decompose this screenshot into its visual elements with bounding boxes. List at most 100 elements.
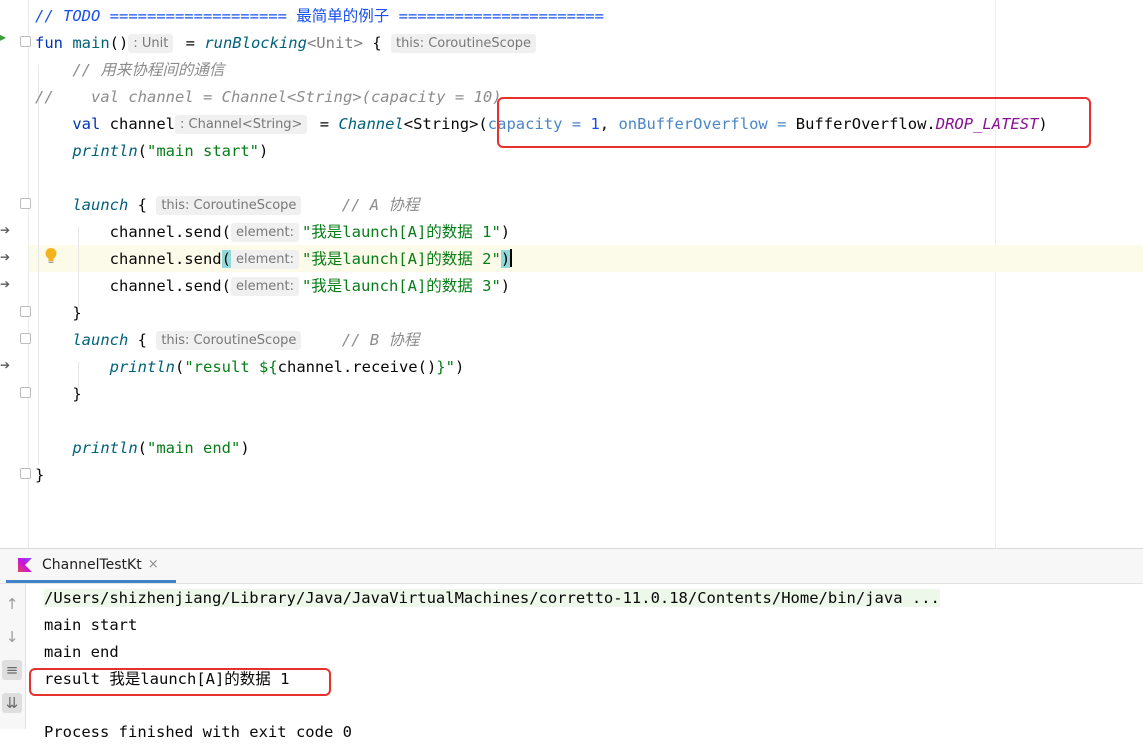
code-token: println [72, 439, 138, 457]
console-line: main end [44, 643, 119, 661]
code-token: "main start" [147, 142, 259, 160]
code-line[interactable]: channel.send(element: "我是launch[A]的数据 2") [35, 246, 513, 273]
code-token: { [362, 34, 391, 52]
fold-marker[interactable] [20, 468, 31, 479]
code-token: ( [174, 358, 185, 376]
code-line[interactable]: } [35, 300, 82, 327]
code-line[interactable]: // val channel = Channel<String>(capacit… [35, 84, 502, 111]
code-token: }" [436, 358, 455, 376]
code-line[interactable]: println("main start") [35, 138, 268, 165]
inlay-hint: element: [230, 250, 299, 269]
code-token: main [72, 34, 110, 52]
code-token: println [72, 142, 138, 160]
scroll-to-end-icon[interactable]: ⇊ [2, 693, 22, 713]
code-line[interactable]: channel.send(element: "我是launch[A]的数据 3") [35, 273, 510, 300]
code-token: Channel [338, 115, 404, 133]
code-token: // TODO =================== [35, 7, 297, 25]
run-gutter-icon[interactable]: ▸ [0, 30, 6, 44]
fold-marker[interactable] [20, 333, 31, 344]
arrow-down-icon[interactable]: ↓ [2, 627, 22, 647]
code-line[interactable]: } [35, 462, 44, 489]
code-token: { [128, 196, 157, 214]
code-token: ( [137, 142, 147, 160]
code-token: ( [137, 439, 147, 457]
code-token: println [109, 358, 175, 376]
console-line: main start [44, 616, 138, 634]
code-token: // 用来协程间的通信 [72, 61, 225, 79]
code-line[interactable]: println("result ${channel.receive()}") [35, 354, 465, 381]
code-line[interactable]: } [35, 381, 82, 408]
code-token: fun [35, 34, 73, 52]
fold-marker[interactable] [20, 306, 31, 317]
code-token: } [35, 385, 82, 403]
tab-channeltestkt[interactable]: ChannelTestKt × [6, 549, 176, 583]
code-token: "我是launch[A]的数据 1" [301, 223, 501, 241]
code-token: launch [72, 196, 129, 214]
inlay-hint: this: CoroutineScope [156, 196, 302, 215]
code-line[interactable]: channel.send(element: "我是launch[A]的数据 1") [35, 219, 510, 246]
highlight-box-capacity [497, 97, 1091, 148]
inlay-hint: element: [230, 277, 299, 296]
code-token: 最简单的例子 [296, 7, 390, 25]
soft-wrap-icon[interactable]: ≡ [2, 660, 22, 680]
inlay-hint: : Channel<String> [174, 115, 308, 134]
code-token: } [35, 304, 82, 322]
fold-marker[interactable] [20, 198, 31, 209]
close-icon[interactable]: × [148, 557, 159, 572]
code-token: val [72, 115, 110, 133]
code-token: ) [500, 250, 511, 268]
console-toolbar: ↑ ↓ ≡ ⇊ [0, 584, 26, 729]
right-margin-guide [995, 0, 996, 548]
suspend-call-icon: ➔ [0, 358, 11, 372]
suspend-call-icon: ➔ [0, 223, 11, 237]
code-token: launch [72, 331, 129, 349]
inlay-hint: : Unit [128, 34, 174, 53]
fold-marker[interactable] [20, 36, 31, 47]
run-tab-bar: ChannelTestKt × [0, 549, 1143, 584]
arrow-up-icon[interactable]: ↑ [2, 594, 22, 614]
inlay-hint: this: CoroutineScope [156, 331, 302, 350]
code-token: channel.receive() [277, 358, 437, 376]
code-token: // val channel = Channel<String>(capacit… [35, 88, 502, 106]
fold-marker[interactable] [20, 387, 31, 398]
code-token: channel.send( [35, 223, 231, 241]
run-console[interactable]: ↑ ↓ ≡ ⇊ /Users/shizhenjiang/Library/Java… [0, 584, 1143, 741]
suspend-call-icon: ➔ [0, 277, 11, 291]
code-token: "我是launch[A]的数据 2" [301, 250, 501, 268]
code-line[interactable]: fun main(): Unit = runBlocking<Unit> { t… [35, 30, 539, 57]
code-line[interactable]: // TODO =================== 最简单的例子 =====… [35, 3, 604, 30]
code-token: channel.send( [35, 277, 231, 295]
code-token: ) [500, 277, 511, 295]
kotlin-icon [18, 557, 32, 572]
code-line[interactable]: // 用来协程间的通信 [35, 57, 224, 84]
code-token: "result ${ [184, 358, 278, 376]
tab-label: ChannelTestKt [42, 556, 142, 573]
inlay-hint: this: CoroutineScope [390, 34, 537, 53]
code-token: } [35, 466, 45, 484]
code-line[interactable]: launch { this: CoroutineScope // A 协程 [35, 192, 419, 219]
suspend-call-icon: ➔ [0, 250, 11, 264]
code-token: <Unit> [306, 34, 363, 52]
code-token: // A 协程 [341, 196, 420, 214]
code-token: channel [109, 115, 175, 133]
code-line[interactable]: println("main end") [35, 435, 249, 462]
console-line: Process finished with exit code 0 [44, 723, 352, 741]
code-token: "main end" [147, 439, 241, 457]
code-token: runBlocking [204, 34, 307, 52]
code-token: ) [500, 223, 511, 241]
code-token: = [310, 115, 339, 133]
code-line[interactable]: launch { this: CoroutineScope // B 协程 [35, 327, 419, 354]
code-token: { [128, 331, 157, 349]
inlay-hint: element: [230, 223, 299, 242]
code-editor[interactable]: ▸ ➔ ➔ ➔ ➔ // TODO =================== 最简… [0, 0, 1143, 548]
code-token: ( [221, 250, 231, 268]
editor-gutter[interactable] [0, 0, 29, 548]
